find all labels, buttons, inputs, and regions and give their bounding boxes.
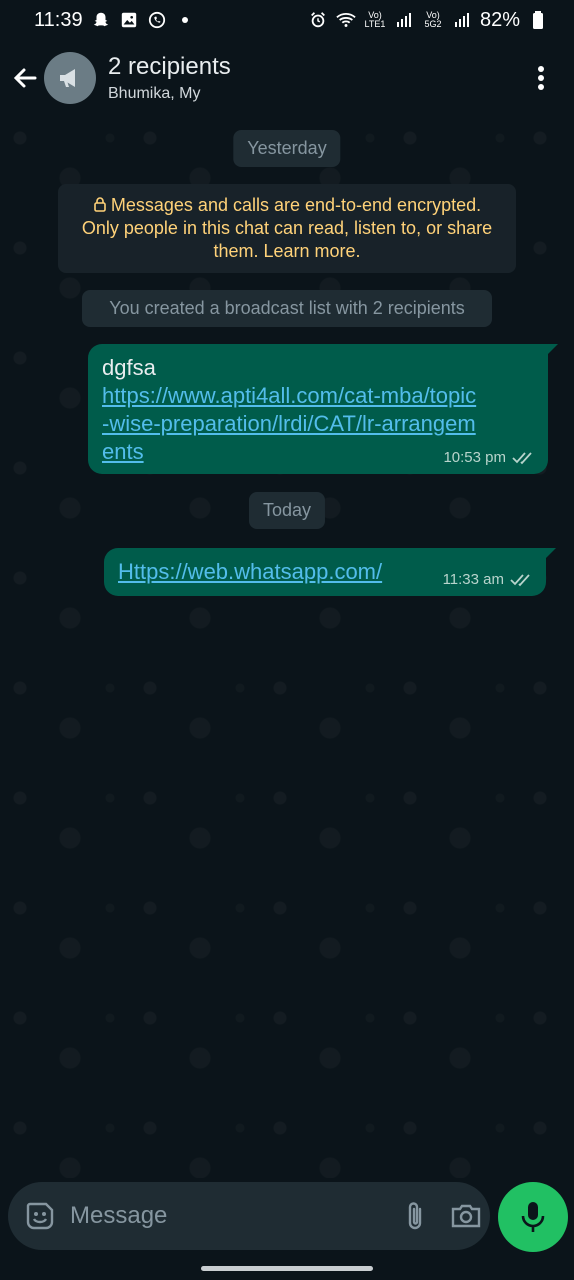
dot-icon (175, 10, 195, 30)
gallery-icon (119, 10, 139, 30)
message-meta: 11:33 am (443, 571, 534, 588)
message-text: dgfsa (102, 355, 156, 380)
message-composer (8, 1182, 490, 1250)
sticker-emoji-icon (26, 1202, 54, 1230)
message-input[interactable] (70, 1202, 380, 1230)
paperclip-icon (408, 1202, 422, 1230)
more-vertical-icon (538, 66, 544, 90)
chat-header: 2 recipients Bhumika, My (0, 40, 574, 116)
home-indicator[interactable] (201, 1266, 373, 1271)
camera-icon (451, 1204, 481, 1228)
network-label-1: Vo) LTE1 (364, 10, 386, 29)
message-time: 10:53 pm (443, 449, 506, 466)
more-options-button[interactable] (526, 58, 556, 98)
encryption-text: Messages and calls are end-to-end encryp… (81, 195, 493, 261)
double-check-icon (512, 451, 532, 464)
snapchat-icon (91, 10, 111, 30)
network-label-2: Vo) 5G2 (424, 10, 442, 29)
status-time: 11:39 (34, 8, 83, 31)
broadcast-created-note: You created a broadcast list with 2 reci… (82, 290, 492, 327)
emoji-button[interactable] (24, 1199, 56, 1233)
status-right: Vo) LTE1 Vo) 5G2 82% (308, 9, 548, 32)
header-titles[interactable]: 2 recipients Bhumika, My (108, 53, 526, 103)
chat-subtitle: Bhumika, My (108, 85, 201, 102)
back-arrow-icon (13, 68, 37, 88)
message-link[interactable]: Https://web.whatsapp.com/ (118, 559, 382, 584)
camera-button[interactable] (450, 1196, 482, 1236)
outgoing-message[interactable]: dgfsa https://www.apti4all.com/cat-mba/t… (88, 344, 558, 474)
lock-icon (93, 195, 107, 212)
date-chip-today: Today (248, 492, 326, 529)
signal-icon (452, 10, 472, 30)
double-check-icon (510, 573, 530, 586)
back-button[interactable] (10, 63, 40, 93)
broadcast-avatar[interactable] (44, 52, 96, 104)
message-time: 11:33 am (442, 571, 504, 588)
voice-message-button[interactable] (498, 1182, 568, 1252)
encryption-notice[interactable]: Messages and calls are end-to-end encryp… (58, 184, 516, 273)
outgoing-message[interactable]: Https://web.whatsapp.com/ 11:33 am (104, 548, 556, 596)
wifi-icon (336, 10, 356, 30)
mic-icon (521, 1202, 545, 1232)
status-bar: 11:39 Vo) LTE1 Vo) 5G2 82% (0, 0, 574, 40)
battery-percent: 82% (479, 8, 520, 31)
message-link[interactable]: https://www.apti4all.com/cat-mba/topic-w… (102, 382, 482, 466)
megaphone-icon (60, 69, 75, 87)
attach-button[interactable] (402, 1196, 428, 1236)
alarm-icon (308, 10, 328, 30)
signal-icon (394, 10, 414, 30)
battery-icon (528, 10, 548, 30)
chat-area[interactable]: Yesterday Messages and calls are end-to-… (0, 118, 574, 1178)
date-chip-yesterday: Yesterday (233, 130, 341, 167)
message-meta: 10:53 pm (443, 449, 536, 466)
chat-title: 2 recipients (108, 53, 231, 80)
status-left: 11:39 (34, 9, 195, 32)
whatsapp-icon (147, 10, 167, 30)
